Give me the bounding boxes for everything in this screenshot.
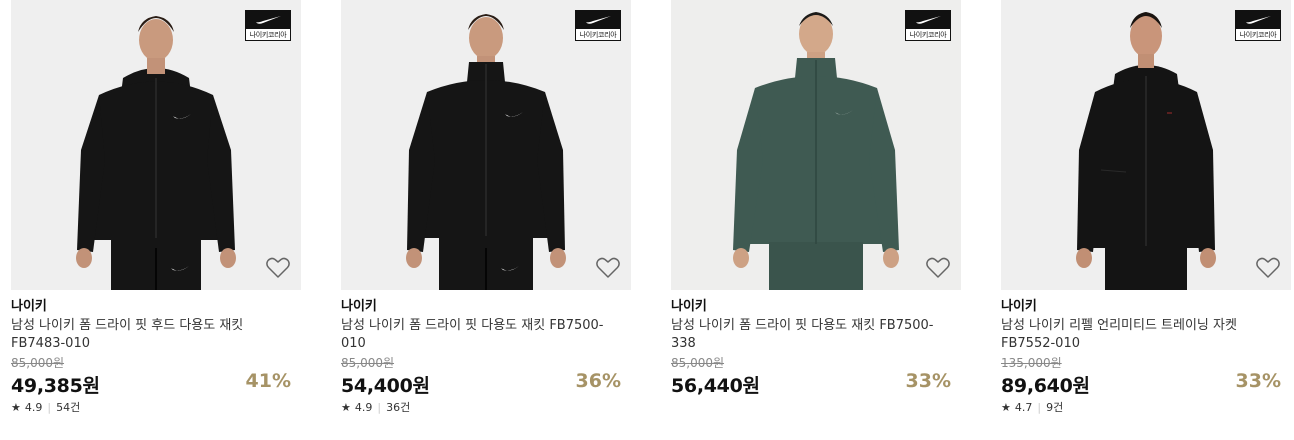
product-image[interactable]: 나이키코리아 [11, 0, 301, 290]
sale-price: 89,640원 [1001, 375, 1090, 397]
product-name[interactable]: 남성 나이키 폼 드라이 핏 다용도 재킷 FB7500-010 [341, 317, 621, 353]
nike-korea-badge: 나이키코리아 [905, 10, 951, 41]
brand-name[interactable]: 나이키 [671, 298, 961, 316]
rating-score: 4.7 [1014, 401, 1033, 414]
divider: | [1037, 401, 1042, 414]
product-card[interactable]: 나이키코리아 나이키 남성 나이키 폼 드라이 핏 다용도 재킷 FB7500-… [671, 0, 961, 440]
sale-price: 56,440원 [671, 375, 760, 397]
model-photo [733, 12, 899, 290]
wishlist-heart-icon[interactable] [595, 256, 621, 280]
product-image[interactable]: 나이키코리아 [671, 0, 961, 290]
star-icon: ★ [341, 401, 351, 414]
badge-label: 나이키코리아 [579, 31, 617, 39]
badge-label: 나이키코리아 [1239, 31, 1277, 39]
original-price: 85,000원 [671, 356, 725, 370]
nike-swoosh-logo [1246, 16, 1271, 24]
product-name[interactable]: 남성 나이키 폼 드라이 핏 다용도 재킷 FB7500-338 [671, 317, 951, 353]
review-count[interactable]: 9건 [1046, 401, 1063, 415]
rating-score: 4.9 [354, 401, 373, 414]
divider: | [377, 401, 382, 414]
nike-korea-badge: 나이키코리아 [575, 10, 621, 41]
brand-name[interactable]: 나이키 [1001, 298, 1291, 316]
star-icon: ★ [11, 401, 21, 414]
model-photo [76, 16, 236, 290]
product-image[interactable]: 나이키코리아 [1001, 0, 1291, 290]
original-price: 135,000원 [1001, 356, 1062, 370]
review-count[interactable]: 36건 [386, 401, 410, 415]
badge-label: 나이키코리아 [249, 31, 287, 39]
discount-rate: 36% [575, 370, 621, 392]
nike-swoosh-logo [256, 16, 281, 24]
nike-swoosh-logo [586, 16, 611, 24]
sale-price: 49,385원 [11, 375, 100, 397]
product-grid: 나이키코리아 나이키 남성 나이키 폼 드라이 핏 후드 다용도 재킷 FB74… [0, 0, 1294, 440]
original-price: 85,000원 [11, 356, 65, 370]
discount-rate: 33% [1235, 370, 1281, 392]
product-card[interactable]: 나이키코리아 나이키 남성 나이키 폼 드라이 핏 후드 다용도 재킷 FB74… [11, 0, 301, 440]
rating-row: ★ 4.9 | 36건 [341, 401, 631, 415]
discount-rate: 33% [905, 370, 951, 392]
wishlist-heart-icon[interactable] [1255, 256, 1281, 280]
wishlist-heart-icon[interactable] [265, 256, 291, 280]
sale-price: 54,400원 [341, 375, 430, 397]
star-icon: ★ [1001, 401, 1011, 414]
brand-name[interactable]: 나이키 [341, 298, 631, 316]
nike-korea-badge: 나이키코리아 [245, 10, 291, 41]
model-photo [406, 14, 566, 290]
nike-swoosh-logo [916, 16, 941, 24]
rating-row: ★ 4.7 | 9건 [1001, 401, 1291, 415]
discount-rate: 41% [245, 370, 291, 392]
nike-korea-badge: 나이키코리아 [1235, 10, 1281, 41]
divider: | [47, 401, 52, 414]
rating-row: ★ 4.9 | 54건 [11, 401, 301, 415]
rating-score: 4.9 [24, 401, 43, 414]
product-image[interactable]: 나이키코리아 [341, 0, 631, 290]
wishlist-heart-icon[interactable] [925, 256, 951, 280]
original-price: 85,000원 [341, 356, 395, 370]
review-count[interactable]: 54건 [56, 401, 80, 415]
product-card[interactable]: 나이키코리아 나이키 남성 나이키 폼 드라이 핏 다용도 재킷 FB7500-… [341, 0, 631, 440]
model-photo [1076, 12, 1216, 290]
product-card[interactable]: 나이키코리아 나이키 남성 나이키 리펠 언리미티드 트레이닝 자켓 FB755… [1001, 0, 1291, 440]
brand-name[interactable]: 나이키 [11, 298, 301, 316]
product-name[interactable]: 남성 나이키 리펠 언리미티드 트레이닝 자켓 FB7552-010 [1001, 317, 1281, 353]
badge-label: 나이키코리아 [909, 31, 947, 39]
product-name[interactable]: 남성 나이키 폼 드라이 핏 후드 다용도 재킷 FB7483-010 [11, 317, 291, 353]
